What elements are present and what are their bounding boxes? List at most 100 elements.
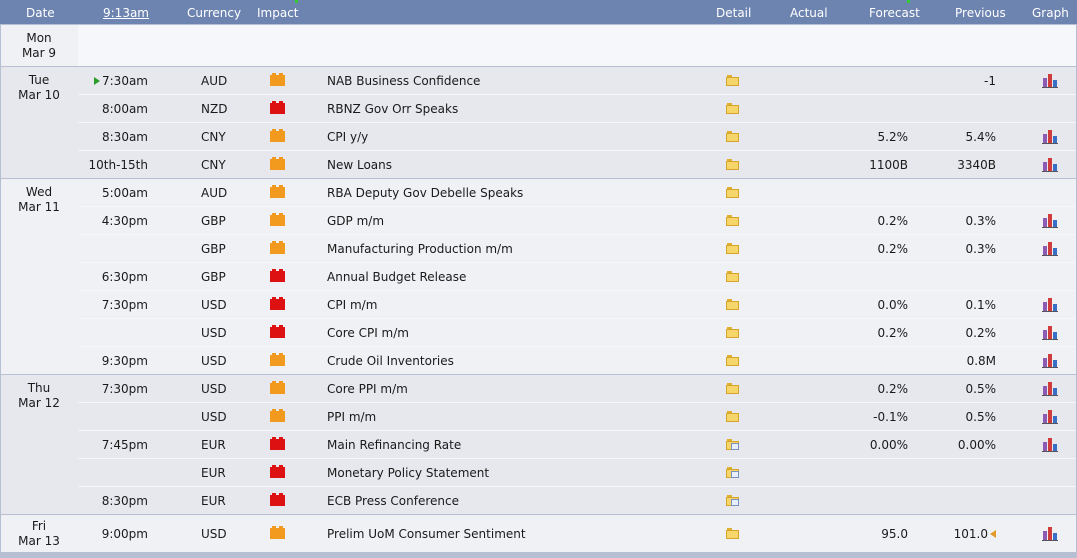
event-time-text: 9:30pm bbox=[101, 354, 148, 368]
impact-high-icon[interactable] bbox=[270, 325, 285, 338]
table-row[interactable]: USD Core CPI m/m 0.2% 0.2% bbox=[78, 319, 1076, 347]
impact-high-icon[interactable] bbox=[270, 437, 285, 450]
day-cell: Mon Mar 9 bbox=[1, 25, 77, 61]
folder-icon[interactable] bbox=[726, 383, 739, 394]
day-group: Fri Mar 13 9:00pm USD Prelim UoM Consumer Se… bbox=[1, 515, 1076, 552]
folder-icon[interactable] bbox=[726, 243, 739, 254]
table-row[interactable]: 7:30pm USD CPI m/m 0.0% 0.1% bbox=[78, 291, 1076, 319]
chart-icon[interactable] bbox=[1042, 212, 1058, 228]
header-previous: Previous bbox=[955, 6, 1006, 20]
chart-icon[interactable] bbox=[1042, 128, 1058, 144]
chart-icon[interactable] bbox=[1042, 156, 1058, 172]
header-impact[interactable]: Impact bbox=[257, 6, 299, 20]
event-currency: USD bbox=[201, 354, 227, 368]
event-forecast: 1100B bbox=[869, 158, 908, 172]
event-currency: USD bbox=[201, 298, 227, 312]
header-currency[interactable]: Currency bbox=[187, 6, 241, 20]
impact-high-icon[interactable] bbox=[270, 297, 285, 310]
event-forecast: 0.2% bbox=[877, 214, 909, 228]
impact-medium-icon[interactable] bbox=[270, 526, 285, 539]
folder-icon[interactable] bbox=[726, 131, 739, 142]
table-row[interactable]: 8:30pm EUR ECB Press Conference bbox=[78, 487, 1076, 514]
table-row[interactable]: 9:30pm USD Crude Oil Inventories 0.8M bbox=[78, 347, 1076, 374]
impact-medium-icon[interactable] bbox=[270, 353, 285, 366]
table-row[interactable]: GBP Manufacturing Production m/m 0.2% 0.3% bbox=[78, 235, 1076, 263]
chart-icon[interactable] bbox=[1042, 408, 1058, 424]
chart-icon[interactable] bbox=[1042, 436, 1058, 452]
folder-icon[interactable] bbox=[726, 271, 739, 282]
event-previous-text: 0.00% bbox=[957, 438, 996, 452]
folder-doc-icon[interactable] bbox=[726, 495, 739, 506]
event-title: New Loans bbox=[327, 158, 393, 172]
impact-medium-icon[interactable] bbox=[270, 241, 285, 254]
folder-doc-icon[interactable] bbox=[726, 439, 739, 450]
header-forecast: Forecast bbox=[869, 6, 920, 20]
chart-icon[interactable] bbox=[1042, 380, 1058, 396]
table-row[interactable]: 7:45pm EUR Main Refinancing Rate 0.00% 0.00% bbox=[78, 431, 1076, 459]
table-row-empty bbox=[78, 25, 1076, 66]
impact-high-icon[interactable] bbox=[270, 101, 285, 114]
impact-medium-icon[interactable] bbox=[270, 381, 285, 394]
event-time-text: 8:30am bbox=[102, 130, 148, 144]
table-row[interactable]: 6:30pm GBP Annual Budget Release bbox=[78, 263, 1076, 291]
header-marker bbox=[907, 0, 910, 3]
event-time: 9:30pm bbox=[78, 354, 148, 368]
table-row[interactable]: 7:30am AUD NAB Business Confidence -1 bbox=[78, 67, 1076, 95]
event-previous: -1 bbox=[923, 74, 996, 88]
event-title: Core PPI m/m bbox=[327, 382, 408, 396]
table-row[interactable]: 4:30pm GBP GDP m/m 0.2% 0.3% bbox=[78, 207, 1076, 235]
impact-medium-icon[interactable] bbox=[270, 73, 285, 86]
table-row[interactable]: 7:30pm USD Core PPI m/m 0.2% 0.5% bbox=[78, 375, 1076, 403]
folder-icon[interactable] bbox=[726, 75, 739, 86]
folder-icon[interactable] bbox=[726, 327, 739, 338]
day-date: Mar 10 bbox=[18, 88, 60, 102]
event-forecast: 95.0 bbox=[881, 527, 908, 541]
chart-icon[interactable] bbox=[1042, 352, 1058, 368]
folder-icon[interactable] bbox=[726, 299, 739, 310]
folder-icon[interactable] bbox=[726, 215, 739, 226]
table-row[interactable]: 8:30am CNY CPI y/y 5.2% 5.4% bbox=[78, 123, 1076, 151]
event-time-text: 6:30pm bbox=[101, 270, 148, 284]
impact-high-icon[interactable] bbox=[270, 269, 285, 282]
day-of-week: Wed bbox=[25, 185, 53, 199]
impact-medium-icon[interactable] bbox=[270, 129, 285, 142]
impact-medium-icon[interactable] bbox=[270, 213, 285, 226]
event-title: RBNZ Gov Orr Speaks bbox=[327, 102, 459, 116]
impact-high-icon[interactable] bbox=[270, 465, 285, 478]
impact-medium-icon[interactable] bbox=[270, 185, 285, 198]
chart-icon[interactable] bbox=[1042, 525, 1058, 541]
table-row[interactable]: 9:00pm USD Prelim UoM Consumer Sentiment 95… bbox=[78, 515, 1076, 552]
table-row[interactable]: 5:00am AUD RBA Deputy Gov Debelle Speaks bbox=[78, 179, 1076, 207]
chart-icon[interactable] bbox=[1042, 72, 1058, 88]
impact-high-icon[interactable] bbox=[270, 493, 285, 506]
event-time: 8:30pm bbox=[78, 494, 148, 508]
revised-icon[interactable] bbox=[990, 530, 996, 538]
event-title: Core CPI m/m bbox=[327, 326, 409, 340]
event-currency: USD bbox=[201, 527, 227, 541]
chart-icon[interactable] bbox=[1042, 324, 1058, 340]
header-time-link[interactable]: 9:13am bbox=[103, 6, 149, 20]
folder-icon[interactable] bbox=[726, 187, 739, 198]
table-row[interactable]: 10th-15th CNY New Loans 1100B 3340B bbox=[78, 151, 1076, 178]
folder-icon[interactable] bbox=[726, 103, 739, 114]
event-forecast: 0.00% bbox=[869, 438, 908, 452]
event-time: 8:30am bbox=[78, 130, 148, 144]
table-row[interactable]: USD PPI m/m -0.1% 0.5% bbox=[78, 403, 1076, 431]
folder-doc-icon[interactable] bbox=[726, 467, 739, 478]
header-date[interactable]: Date bbox=[26, 6, 55, 20]
chart-icon[interactable] bbox=[1042, 240, 1058, 256]
header-detail: Detail bbox=[716, 6, 752, 20]
folder-icon[interactable] bbox=[726, 411, 739, 422]
folder-icon[interactable] bbox=[726, 528, 739, 539]
folder-icon[interactable] bbox=[726, 159, 739, 170]
event-previous: 0.8M bbox=[923, 354, 996, 368]
impact-medium-icon[interactable] bbox=[270, 157, 285, 170]
event-currency: USD bbox=[201, 410, 227, 424]
day-of-week: Mon bbox=[26, 31, 52, 45]
impact-medium-icon[interactable] bbox=[270, 409, 285, 422]
folder-icon[interactable] bbox=[726, 355, 739, 366]
day-group: Thu Mar 12 7:30pm USD Core PPI m/m 0.2% 0.5% US… bbox=[1, 375, 1076, 514]
chart-icon[interactable] bbox=[1042, 296, 1058, 312]
table-row[interactable]: 8:00am NZD RBNZ Gov Orr Speaks bbox=[78, 95, 1076, 123]
table-row[interactable]: EUR Monetary Policy Statement bbox=[78, 459, 1076, 487]
